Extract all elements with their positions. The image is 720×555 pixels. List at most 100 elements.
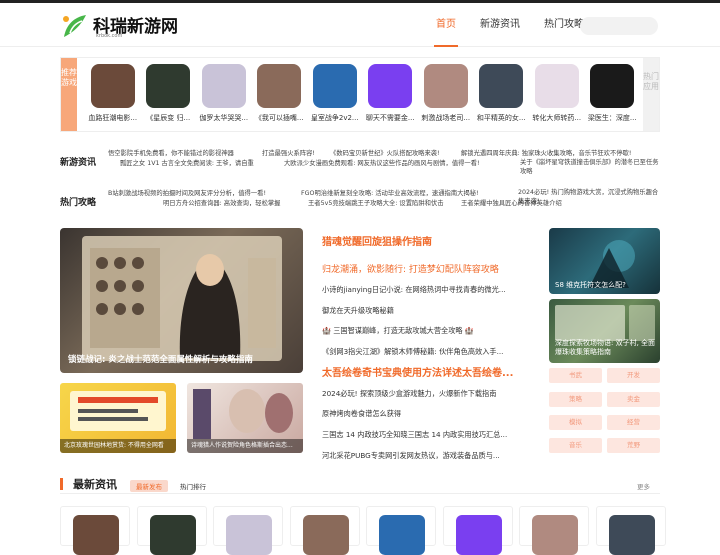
app-thumbnail-icon bbox=[479, 64, 524, 108]
small-thumb[interactable]: 北京玫瑰世园林地赏货: 不得用全网看 bbox=[60, 383, 176, 453]
section-accent bbox=[60, 478, 63, 490]
app-thumbnail-icon bbox=[608, 515, 655, 555]
news-link[interactable]: 打造最强火系阵容! bbox=[262, 148, 315, 157]
tag-button[interactable]: 策略 bbox=[549, 392, 602, 407]
feature-banner[interactable]: 锁链战记: 炎之战士范范全面属性解析与攻略指南 bbox=[60, 228, 303, 373]
app-label: 伽罗太华哭哭... bbox=[199, 114, 249, 122]
side-card-caption: 深度探索牧场物语: 双子村, 全面爆珠收集策略指南 bbox=[555, 339, 656, 356]
app-label: 血路狂潮电影... bbox=[88, 114, 138, 122]
tag-button[interactable]: 模拟 bbox=[549, 415, 602, 430]
tag-button[interactable]: 卖金 bbox=[607, 392, 660, 407]
logo-domain: krbok.com bbox=[96, 33, 123, 39]
app-thumbnail-icon bbox=[149, 515, 196, 555]
banner-art-icon bbox=[193, 389, 293, 439]
article-item[interactable]: 2024必玩! 探索顶级少盒游戏魅力，火爆新作下载指南 bbox=[322, 389, 534, 399]
guide-link[interactable]: 王者5v5竞技端跳王子攻略大全: 设置陷阱和伏击 bbox=[308, 198, 444, 207]
carousel-app[interactable]: 血路狂潮电影... bbox=[85, 64, 141, 123]
feature-art-icon bbox=[82, 236, 282, 361]
app-thumbnail-icon bbox=[302, 515, 349, 555]
app-thumbnail-icon bbox=[534, 64, 579, 108]
side-card[interactable]: 深度探索牧场物语: 双子村, 全面爆珠收集策略指南 bbox=[549, 299, 660, 363]
side-card-caption: S8 维克托符文怎么配? bbox=[555, 281, 626, 289]
app-thumbnail-icon bbox=[423, 64, 468, 108]
app-thumbnail-icon bbox=[312, 64, 357, 108]
recommend-games-label[interactable]: 推荐游戏 bbox=[61, 58, 77, 131]
app-label: 转化大师转药... bbox=[532, 114, 582, 122]
guide-row-title: 热门攻略 bbox=[60, 198, 97, 208]
article-item[interactable]: 三国志 14 内政技巧全知晓三国志 14 内政实用技巧汇总... bbox=[322, 430, 534, 440]
side-card[interactable]: S8 维克托符文怎么配? bbox=[549, 228, 660, 294]
more-link[interactable]: 更多 bbox=[637, 481, 650, 491]
article-item[interactable]: 御龙在天升级攻略秘籍 bbox=[322, 306, 534, 316]
guide-links: B站刺激战场视频的拍摄时间及网友评分分析，值得一看! FGO明治维新复刻全攻略:… bbox=[108, 188, 660, 218]
tag-button[interactable]: 书武 bbox=[549, 368, 602, 383]
latest-app-card[interactable] bbox=[60, 506, 130, 555]
site-logo[interactable]: 科瑞新游网 krbok.com bbox=[60, 11, 190, 41]
carousel-app[interactable]: 和平精英的女... bbox=[474, 64, 530, 123]
app-thumbnail-icon bbox=[532, 515, 578, 555]
latest-app-grid bbox=[60, 506, 666, 555]
nav-home[interactable]: 首页 bbox=[430, 3, 462, 47]
news-link[interactable]: 大欧派少女漫画免费观看: 网友热议这些作品的画风与剧情，值得一看! bbox=[284, 158, 480, 167]
recommend-carousel: 推荐游戏 血路狂潮电影... 《星辰变 归... 伽罗太华哭哭... 《我可以插嘴..… bbox=[60, 57, 660, 132]
app-list: 血路狂潮电影... 《星辰变 归... 伽罗太华哭哭... 《我可以插嘴... 皇室战争… bbox=[85, 64, 645, 123]
app-label: 聊天不需要金... bbox=[365, 114, 415, 122]
latest-app-card[interactable] bbox=[136, 506, 207, 555]
hot-apps-label[interactable]: 热门应用 bbox=[643, 58, 659, 131]
app-thumbnail-icon bbox=[590, 64, 635, 108]
carousel-app[interactable]: 《我可以插嘴... bbox=[252, 64, 308, 123]
thumb-caption: 诗魂猎人作说贺险角色格斯插合出恋... bbox=[187, 439, 303, 453]
tag-button[interactable]: 经营 bbox=[607, 415, 660, 430]
article-headline[interactable]: 太吾绘卷奇书宝典使用方法详述太吾绘卷... bbox=[322, 364, 534, 379]
article-headline[interactable]: 归龙潮涌，欲影随行: 打造梦幻配队阵容攻略 bbox=[322, 262, 499, 275]
app-label: 梁医生：深度... bbox=[587, 114, 637, 122]
article-headline[interactable]: 猎魂觉醒回旋狙操作指南 bbox=[322, 233, 432, 248]
news-link[interactable]: 《数码宝贝新世纪》火队搭配攻略来袭! bbox=[330, 148, 440, 157]
latest-app-card[interactable] bbox=[213, 506, 283, 555]
guide-link[interactable]: B站刺激战场视频的拍摄时间及网友评分分析，值得一看! bbox=[108, 188, 266, 197]
guide-link[interactable]: 王者荣耀中独具匠心的音律英雄介绍 bbox=[461, 198, 562, 207]
nav-news[interactable]: 新游资讯 bbox=[474, 3, 526, 47]
carousel-app[interactable]: 聊天不需要金... bbox=[363, 64, 419, 123]
tag-button[interactable]: 音乐 bbox=[549, 438, 602, 453]
carousel-app[interactable]: 伽罗太华哭哭... bbox=[196, 64, 252, 123]
latest-app-card[interactable] bbox=[366, 506, 436, 555]
app-thumbnail-icon bbox=[146, 64, 191, 108]
carousel-app[interactable]: 皇室战争2v2... bbox=[307, 64, 363, 123]
article-item[interactable]: 小诗的jianying日记小说: 在网络热词中寻找青春的微光... bbox=[322, 285, 534, 295]
carousel-app[interactable]: 转化大师转药... bbox=[529, 64, 585, 123]
article-item[interactable]: 《剑网3指尖江湖》解锁木师傅秘籍: 伙伴角色高效入手... bbox=[322, 347, 534, 357]
app-label: 刺激战场老司... bbox=[421, 114, 471, 122]
article-item[interactable]: 原神烤肉卷食谱怎么获得 bbox=[322, 409, 534, 419]
search-input[interactable] bbox=[580, 17, 658, 35]
app-label: 《我可以插嘴... bbox=[254, 114, 304, 122]
app-label: 《星辰变 归... bbox=[146, 114, 191, 122]
carousel-app[interactable]: 《星辰变 归... bbox=[141, 64, 197, 123]
latest-app-card[interactable] bbox=[289, 506, 360, 555]
guide-link[interactable]: FGO明治维新复刻全攻略: 活动毕业高效流程，速通指南大揭秘! bbox=[301, 188, 479, 197]
feature-caption: 锁链战记: 炎之战士范范全面属性解析与攻略指南 bbox=[68, 355, 253, 365]
tab-latest[interactable]: 最新发布 bbox=[130, 480, 168, 492]
app-thumbnail-icon bbox=[455, 515, 502, 555]
news-link[interactable]: 瓢匠之女 1V1 古言全文免费阅读: 王爷，请自重 bbox=[120, 158, 254, 167]
tag-button[interactable]: 开发 bbox=[607, 368, 660, 383]
tab-hot[interactable]: 热门排行 bbox=[178, 480, 208, 492]
latest-app-card[interactable] bbox=[519, 506, 589, 555]
latest-news-header: 最新资讯 最新发布 热门排行 更多 bbox=[60, 476, 660, 494]
carousel-app[interactable]: 梁医生：深度... bbox=[585, 64, 641, 123]
news-link[interactable]: 解锁光遇四周年庆典: 独家珠火收集攻略，音乐节狂欢不停歇! bbox=[461, 148, 631, 157]
news-link[interactable]: 关于《崩坏星穹铁道撞击俱乐部》的潜冬已至任务攻略 bbox=[520, 158, 660, 176]
carousel-app[interactable]: 刺激战场老司... bbox=[418, 64, 474, 123]
latest-app-card[interactable] bbox=[442, 506, 513, 555]
tag-button[interactable]: 荒野 bbox=[607, 438, 660, 453]
latest-app-card[interactable] bbox=[595, 506, 666, 555]
app-thumbnail-icon bbox=[90, 64, 135, 108]
small-thumb[interactable]: 诗魂猎人作说贺险角色格斯插合出恋... bbox=[187, 383, 303, 453]
article-item[interactable]: 🏰 三国智谋巅峰，打造无敌攻城大营全攻略 🏰 bbox=[322, 326, 534, 336]
guide-link[interactable]: 明日方舟公招查询器: 高效查询，轻松掌握 bbox=[163, 198, 280, 207]
main-nav: 首页 新游资讯 热门攻略 bbox=[430, 3, 602, 47]
app-thumbnail-icon bbox=[257, 64, 302, 108]
site-header: 科瑞新游网 krbok.com 首页 新游资讯 热门攻略 bbox=[0, 3, 720, 47]
article-item[interactable]: 河北采花PUBG专卖网引发网友热议，游戏装备品质与... bbox=[322, 451, 534, 461]
news-link[interactable]: 悟空影院手机免费看，你不能错过的影视神器 bbox=[108, 148, 234, 157]
